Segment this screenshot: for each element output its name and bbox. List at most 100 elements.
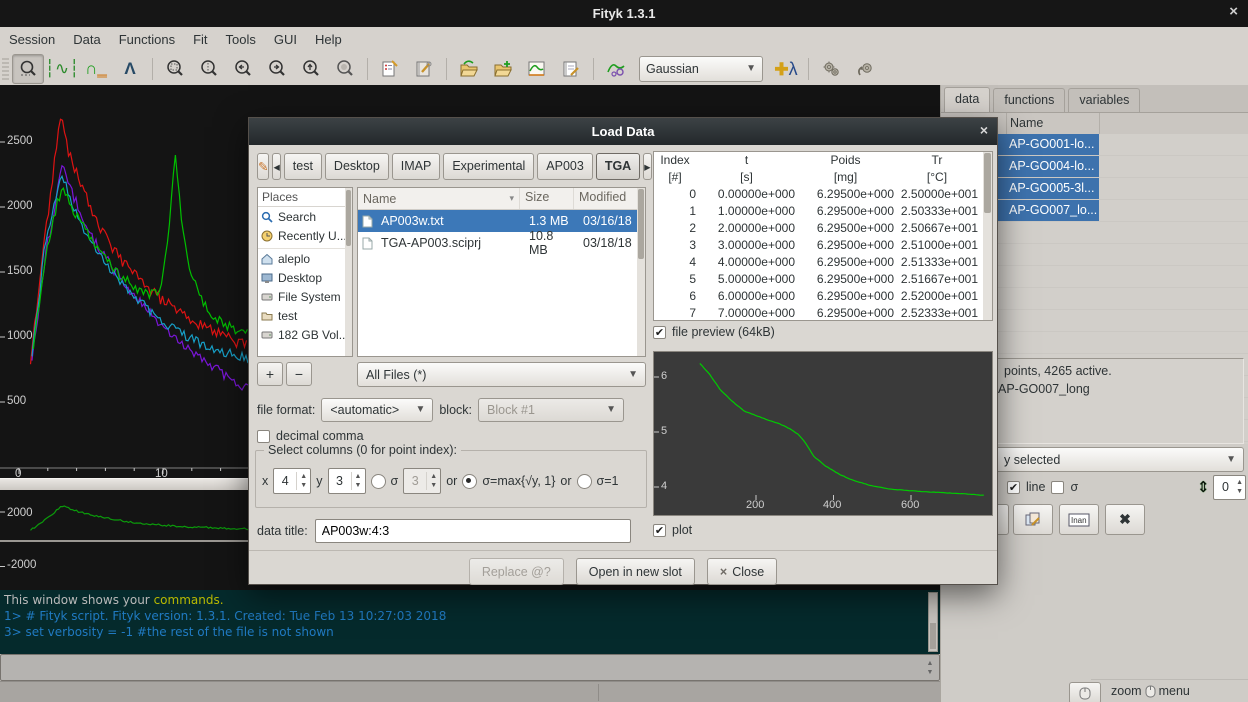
place-test[interactable]: test — [258, 306, 352, 325]
function-tools-button[interactable] — [600, 54, 632, 84]
zoom-previous-button[interactable] — [329, 54, 361, 84]
menu-session[interactable]: Session — [0, 29, 64, 50]
add-peak-mode-button[interactable]: ∩‗ — [80, 54, 112, 84]
file-row[interactable]: TGA-AP003.sciprj 10.8 MB 03/18/18 — [358, 232, 645, 254]
preview-table-scrollbar[interactable] — [983, 152, 992, 320]
tab-data[interactable]: data — [944, 87, 990, 112]
command-input[interactable] — [3, 657, 917, 680]
sigma-one-radio[interactable] — [577, 474, 592, 489]
replace-button: Replace @? — [469, 558, 564, 585]
function-type-combo[interactable]: Gaussian ▼ — [639, 56, 763, 82]
column-modified[interactable]: Modified — [574, 188, 638, 209]
edit-script-button[interactable] — [374, 54, 406, 84]
place-volume[interactable]: 182 GB Vol... — [258, 325, 352, 344]
open-in-new-slot-button[interactable]: Open in new slot — [576, 558, 695, 585]
place-recently-used[interactable]: Recently U... — [258, 226, 352, 245]
load-data-custom-button[interactable] — [487, 54, 519, 84]
places-scrollbar[interactable] — [345, 188, 352, 356]
fit-undo-button[interactable] — [849, 54, 881, 84]
menu-tools[interactable]: Tools — [217, 29, 265, 50]
sigma-max-radio[interactable] — [462, 474, 477, 489]
column-size[interactable]: Size — [520, 188, 574, 209]
rename-data-button[interactable]: Inan — [1059, 504, 1099, 535]
tab-functions[interactable]: functions — [993, 88, 1065, 112]
file-row-selected[interactable]: AP003w.txt 1.3 MB 03/16/18 — [358, 210, 645, 232]
place-search[interactable]: Search — [258, 207, 352, 226]
path-segment-tga[interactable]: TGA — [596, 153, 640, 180]
path-segment-desktop[interactable]: Desktop — [325, 153, 389, 180]
zoom-all-button[interactable] — [159, 54, 191, 84]
zoom-right-button[interactable] — [261, 54, 293, 84]
window-close-icon[interactable]: × — [1229, 3, 1238, 20]
zoom-mode-button[interactable] — [12, 54, 44, 84]
magnifier-left-icon — [233, 59, 253, 79]
dialog-separator — [249, 550, 997, 551]
add-vertical-mode-button[interactable]: Λ — [114, 54, 146, 84]
mouse-hints-button[interactable] — [1069, 682, 1101, 702]
sigma-column-radio[interactable] — [371, 474, 386, 489]
preview-row: 00.00000e+0006.29500e+0002.50000e+001 — [654, 186, 992, 203]
y-column-spinner[interactable]: 3▲▼ — [328, 468, 366, 494]
close-button[interactable]: ×Close — [707, 558, 777, 585]
column-name[interactable]: Name▾ — [358, 188, 520, 209]
path-segment-imap[interactable]: IMAP — [392, 153, 441, 180]
dialog-title-bar[interactable]: Load Data × — [249, 118, 997, 145]
zoom-left-button[interactable] — [227, 54, 259, 84]
toolbar-grip[interactable] — [2, 58, 9, 80]
place-home[interactable]: aleplo — [258, 248, 352, 268]
preview-row: 33.00000e+0006.29500e+0002.51000e+001 — [654, 237, 992, 254]
menu-bar: Session Data Functions Fit Tools GUI Hel… — [0, 27, 1248, 53]
place-desktop[interactable]: Desktop — [258, 268, 352, 287]
delete-data-button[interactable]: ✖ — [1105, 504, 1145, 535]
edit-data-button[interactable] — [1013, 504, 1053, 535]
line-checkbox[interactable]: ✔ — [1007, 481, 1020, 494]
remove-place-button[interactable]: − — [286, 362, 312, 386]
x-column-spinner[interactable]: 4▲▼ — [273, 468, 311, 494]
preferences-button[interactable] — [408, 54, 440, 84]
data-title-input[interactable] — [315, 519, 631, 543]
command-history-spinner[interactable]: ▲▼ — [923, 656, 937, 679]
path-segment-test[interactable]: test — [284, 153, 322, 180]
path-back-button[interactable]: ◂ — [272, 153, 280, 180]
tab-variables[interactable]: variables — [1068, 88, 1140, 112]
file-list-scrollbar[interactable] — [637, 188, 645, 356]
load-data-button[interactable] — [453, 54, 485, 84]
menu-gui[interactable]: GUI — [265, 29, 306, 50]
save-script-button[interactable] — [555, 54, 587, 84]
console-scrollbar[interactable] — [928, 592, 938, 652]
point-size-spinner[interactable]: 0 ▲▼ — [1213, 475, 1246, 500]
dialog-buttons: Replace @? Open in new slot ×Close — [249, 558, 997, 585]
zoom-up-button[interactable] — [295, 54, 327, 84]
preview-row: 11.00000e+0006.29500e+0002.50333e+001 — [654, 203, 992, 220]
type-location-button[interactable]: ✎ — [257, 153, 269, 180]
save-plot-image-button[interactable] — [521, 54, 553, 84]
fit-run-button[interactable] — [815, 54, 847, 84]
close-icon: × — [720, 565, 727, 579]
search-icon — [261, 211, 274, 223]
decimal-comma-checkbox[interactable] — [257, 430, 270, 443]
console-line-1: This window shows your commands. — [4, 592, 940, 608]
line-checkbox-label: line — [1026, 480, 1045, 494]
menu-fit[interactable]: Fit — [184, 29, 216, 50]
path-segment-ap003[interactable]: AP003 — [537, 153, 593, 180]
hint-divider — [1091, 679, 1248, 680]
menu-data[interactable]: Data — [64, 29, 109, 50]
data-range-mode-button[interactable]: ┆∿┆ — [46, 54, 78, 84]
add-place-button[interactable]: + — [257, 362, 283, 386]
file-filter-combo[interactable]: All Files (*) ▼ — [357, 362, 646, 387]
menu-help[interactable]: Help — [306, 29, 351, 50]
zoom-vertical-button[interactable] — [193, 54, 225, 84]
add-function-button[interactable]: ✚λ — [770, 54, 802, 84]
file-format-label: file format: — [257, 403, 315, 417]
path-forward-button[interactable]: ▸ — [643, 153, 651, 180]
place-file-system[interactable]: File System — [258, 287, 352, 306]
chevron-down-icon: ▼ — [415, 404, 425, 415]
file-preview-checkbox[interactable]: ✔ — [653, 326, 666, 339]
magnifier-right-icon — [267, 59, 287, 79]
menu-functions[interactable]: Functions — [110, 29, 184, 50]
plot-checkbox[interactable]: ✔ — [653, 524, 666, 537]
file-format-combo[interactable]: <automatic> ▼ — [321, 398, 433, 422]
path-segment-experimental[interactable]: Experimental — [443, 153, 534, 180]
sigma-checkbox[interactable] — [1051, 481, 1064, 494]
dialog-close-icon[interactable]: × — [980, 122, 988, 138]
